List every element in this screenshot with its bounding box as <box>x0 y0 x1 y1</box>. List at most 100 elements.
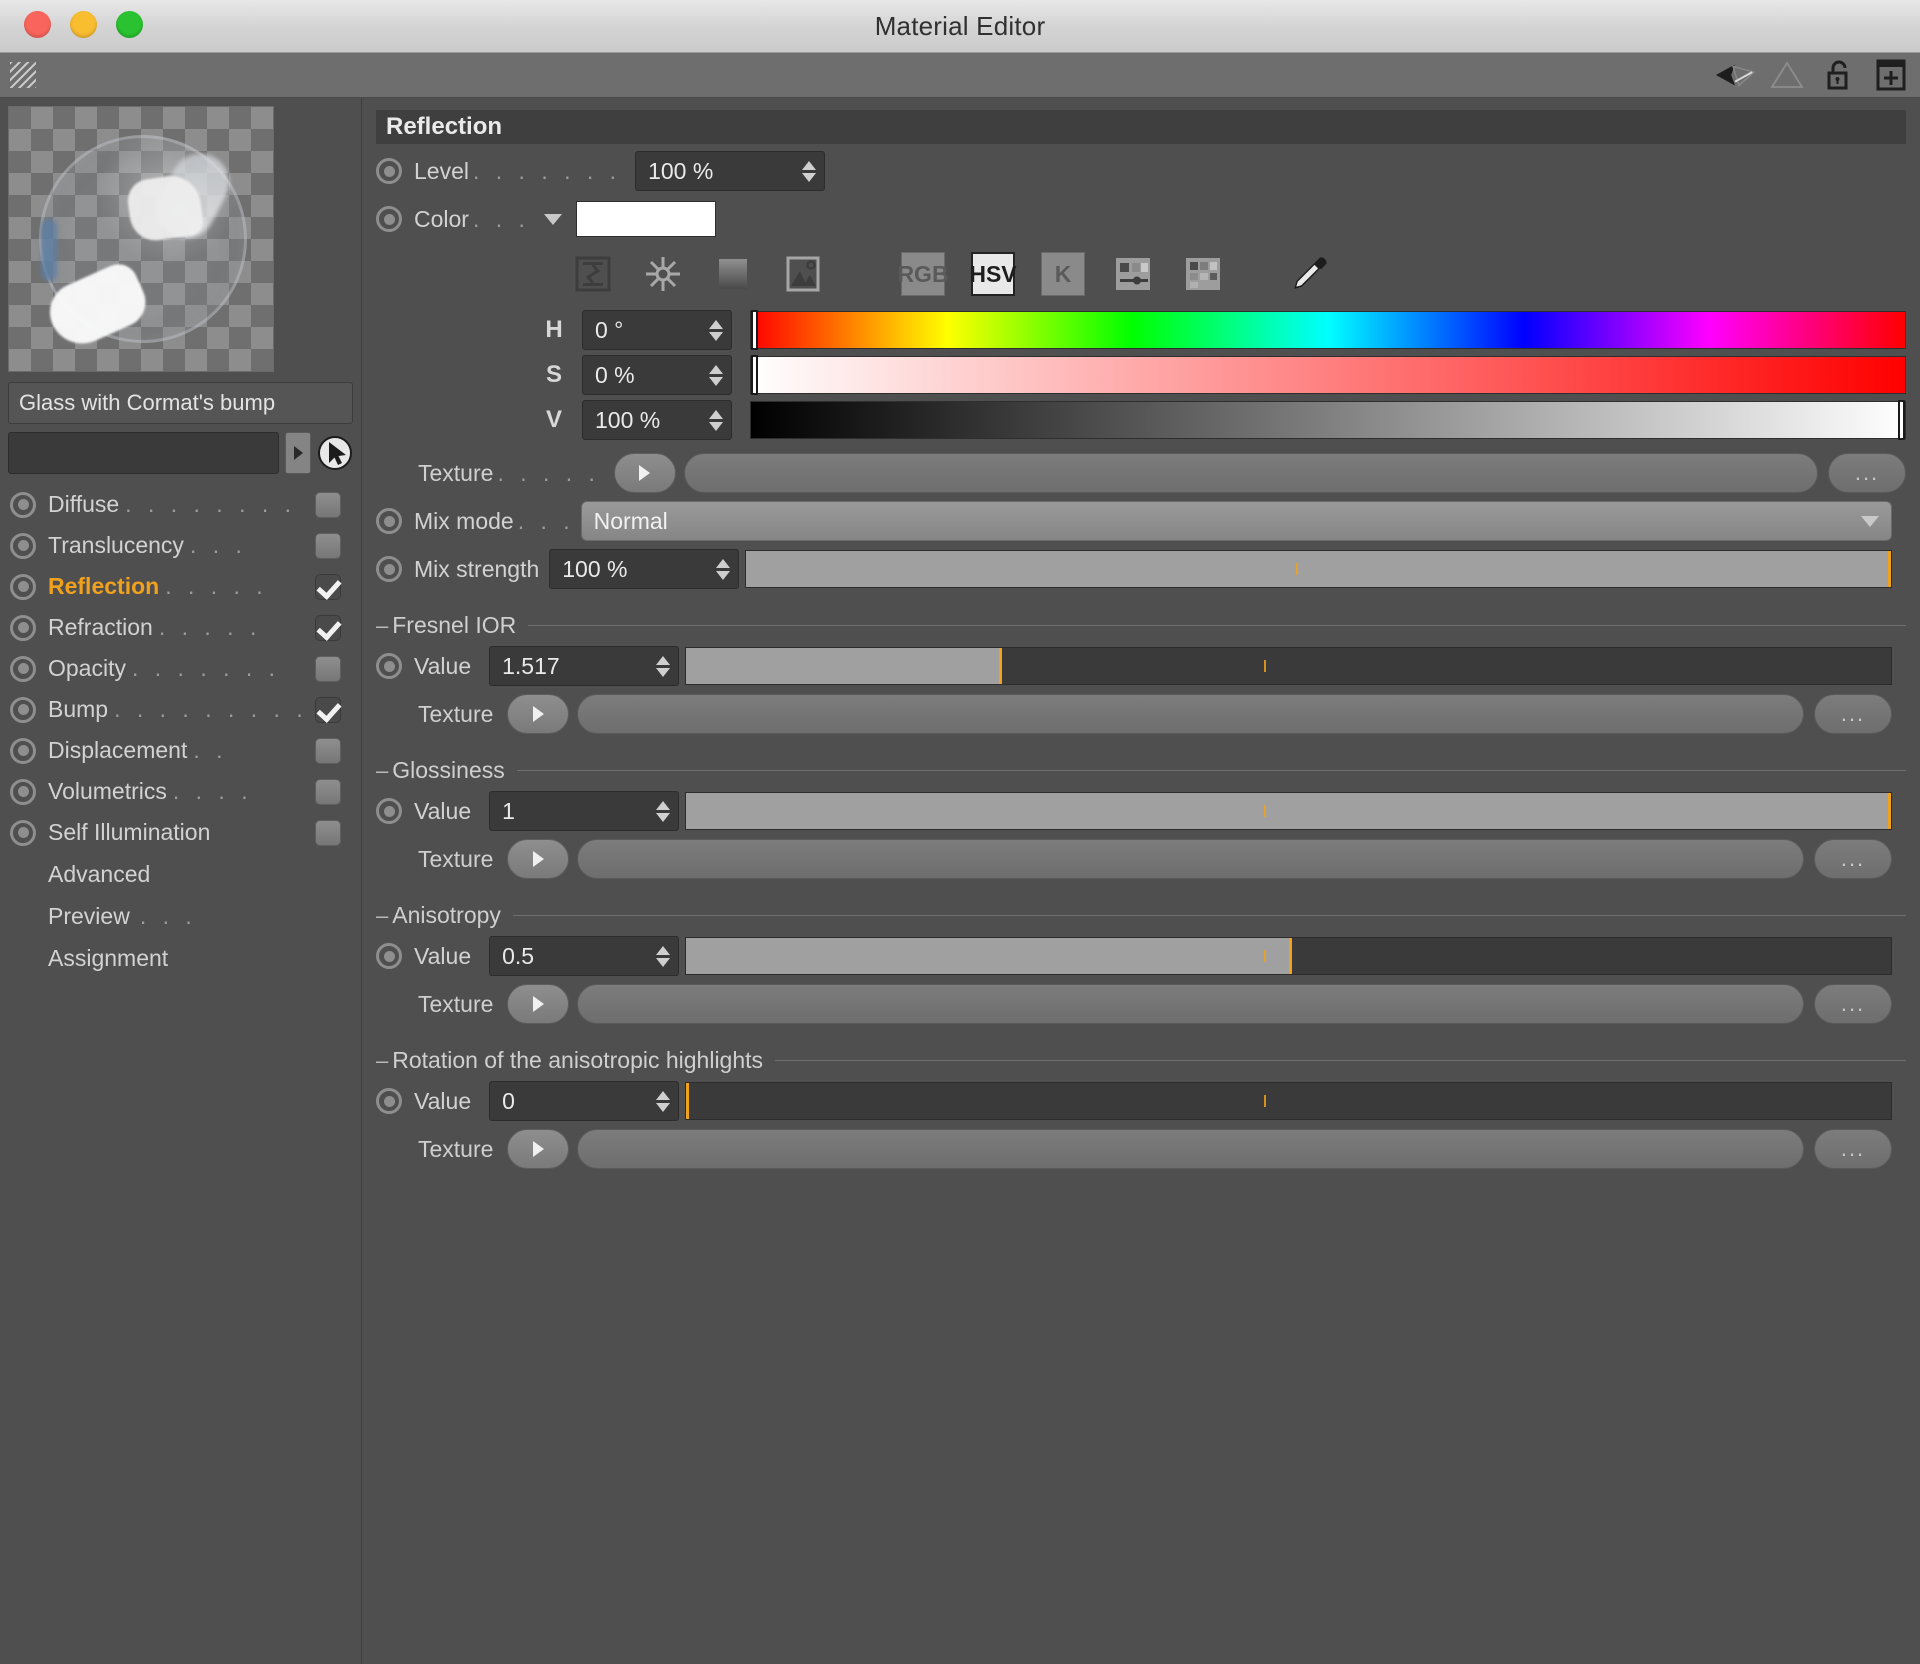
sidebar-item-advanced[interactable]: Advanced <box>0 853 361 895</box>
channel-checkbox[interactable] <box>315 655 341 682</box>
range-icon[interactable] <box>571 252 615 296</box>
fresnel-radio-icon[interactable] <box>376 653 402 679</box>
anisotropy-slider[interactable] <box>685 937 1892 975</box>
channel-checkbox[interactable] <box>315 737 341 764</box>
anisotropy-texture-arrow-button[interactable] <box>507 984 570 1024</box>
glossiness-texture-arrow-button[interactable] <box>507 839 570 879</box>
level-stepper[interactable] <box>802 160 817 182</box>
channel-checkbox[interactable] <box>315 696 341 723</box>
rotation-radio-icon[interactable] <box>376 1088 402 1114</box>
channel-radio-icon[interactable] <box>10 696 36 723</box>
channel-checkbox[interactable] <box>315 573 341 600</box>
channel-row-bump[interactable]: Bump . . . . . . . . . <box>0 689 361 730</box>
colorwheel-icon[interactable] <box>641 252 685 296</box>
mix-strength-slider[interactable] <box>745 550 1892 588</box>
color-swatch[interactable] <box>575 201 716 237</box>
fresnel-texture-more-button[interactable]: ... <box>1814 694 1892 734</box>
channel-checkbox[interactable] <box>315 778 341 805</box>
material-preview-sphere[interactable] <box>8 106 274 372</box>
value-input[interactable]: 100 % <box>582 400 732 440</box>
slider-handle[interactable] <box>1888 551 1891 587</box>
zoom-button[interactable] <box>116 11 143 38</box>
channel-radio-icon[interactable] <box>10 655 36 682</box>
saturation-stepper[interactable] <box>709 364 723 386</box>
back-arrow-icon[interactable] <box>1714 56 1756 94</box>
channel-checkbox[interactable] <box>315 614 341 641</box>
color-radio-icon[interactable] <box>376 206 402 232</box>
mix-strength-stepper[interactable] <box>716 558 731 580</box>
anisotropy-texture-more-button[interactable]: ... <box>1814 984 1892 1024</box>
saturation-slider[interactable] <box>750 355 1906 395</box>
rotation-value-input[interactable]: 0 <box>489 1081 680 1121</box>
fresnel-texture-input[interactable] <box>577 694 1804 734</box>
close-button[interactable] <box>24 11 51 38</box>
search-input[interactable] <box>8 432 279 474</box>
value-stepper[interactable] <box>709 409 723 431</box>
grip-handle-icon[interactable] <box>10 62 36 88</box>
chevron-down-icon[interactable] <box>543 213 562 225</box>
channel-radio-icon[interactable] <box>10 614 36 641</box>
slider-handle[interactable] <box>1888 793 1891 829</box>
channel-row-refraction[interactable]: Refraction . . . . . <box>0 607 361 648</box>
channel-checkbox[interactable] <box>315 819 341 846</box>
rotation-texture-input[interactable] <box>577 1129 1804 1169</box>
anisotropy-radio-icon[interactable] <box>376 943 402 969</box>
swatches-icon[interactable] <box>1181 252 1225 296</box>
channel-row-diffuse[interactable]: Diffuse . . . . . . . . <box>0 484 361 525</box>
channel-radio-icon[interactable] <box>10 778 36 805</box>
rotation-texture-arrow-button[interactable] <box>507 1129 570 1169</box>
rotation-stepper[interactable] <box>656 1090 671 1112</box>
channel-row-opacity[interactable]: Opacity . . . . . . . <box>0 648 361 689</box>
glossiness-stepper[interactable] <box>656 800 671 822</box>
hue-input[interactable]: 0 ° <box>582 310 732 350</box>
eyedropper-icon[interactable] <box>1287 252 1331 296</box>
pick-cursor-icon[interactable] <box>317 435 353 471</box>
mix-strength-input[interactable]: 100 % <box>549 549 740 589</box>
color-mode-hsv-button[interactable]: HSV <box>969 252 1017 296</box>
fresnel-value-input[interactable]: 1.517 <box>489 646 680 686</box>
slider-handle[interactable] <box>686 1083 690 1119</box>
channel-checkbox[interactable] <box>315 532 341 559</box>
channel-row-translucency[interactable]: Translucency . . . <box>0 525 361 566</box>
channel-row-volumetrics[interactable]: Volumetrics . . . . <box>0 771 361 812</box>
glossiness-slider[interactable] <box>685 792 1892 830</box>
channel-radio-icon[interactable] <box>10 737 36 764</box>
anisotropy-stepper[interactable] <box>656 945 671 967</box>
rotation-texture-more-button[interactable]: ... <box>1814 1129 1892 1169</box>
lock-open-icon[interactable] <box>1818 56 1860 94</box>
image-icon[interactable] <box>781 252 825 296</box>
glossiness-texture-input[interactable] <box>577 839 1804 879</box>
fresnel-slider[interactable] <box>685 647 1892 685</box>
color-texture-arrow-button[interactable] <box>613 453 676 493</box>
channel-row-reflection[interactable]: Reflection . . . . . <box>0 566 361 607</box>
channel-radio-icon[interactable] <box>10 573 36 600</box>
search-dropdown-button[interactable] <box>285 432 311 474</box>
glossiness-texture-more-button[interactable]: ... <box>1814 839 1892 879</box>
rotation-slider[interactable] <box>685 1082 1892 1120</box>
level-radio-icon[interactable] <box>376 158 402 184</box>
gradient-icon[interactable] <box>711 252 755 296</box>
slider-handle[interactable] <box>999 648 1003 684</box>
triangle-icon[interactable] <box>1766 56 1808 94</box>
fresnel-stepper[interactable] <box>656 655 671 677</box>
channel-radio-icon[interactable] <box>10 532 36 559</box>
channel-radio-icon[interactable] <box>10 491 36 518</box>
anisotropy-value-input[interactable]: 0.5 <box>489 936 680 976</box>
anisotropy-texture-input[interactable] <box>577 984 1804 1024</box>
color-mode-rgb-button[interactable]: RGB <box>897 252 949 296</box>
level-input[interactable]: 100 % <box>635 151 826 191</box>
material-name-field[interactable]: Glass with Cormat's bump <box>8 382 353 424</box>
color-texture-input[interactable] <box>683 453 1818 493</box>
sidebar-item-preview[interactable]: Preview . . . <box>0 895 361 937</box>
glossiness-value-input[interactable]: 1 <box>489 791 680 831</box>
fresnel-texture-arrow-button[interactable] <box>507 694 570 734</box>
color-texture-more-button[interactable]: ... <box>1828 453 1906 493</box>
brightness-slider-knob[interactable] <box>1898 400 1905 440</box>
saturation-slider-knob[interactable] <box>751 355 758 395</box>
hue-stepper[interactable] <box>709 319 723 341</box>
channel-radio-icon[interactable] <box>10 819 36 846</box>
sliders-icon[interactable] <box>1111 252 1155 296</box>
channel-row-self-illumination[interactable]: Self Illumination <box>0 812 361 853</box>
sidebar-item-assignment[interactable]: Assignment <box>0 937 361 979</box>
channel-checkbox[interactable] <box>315 491 341 518</box>
